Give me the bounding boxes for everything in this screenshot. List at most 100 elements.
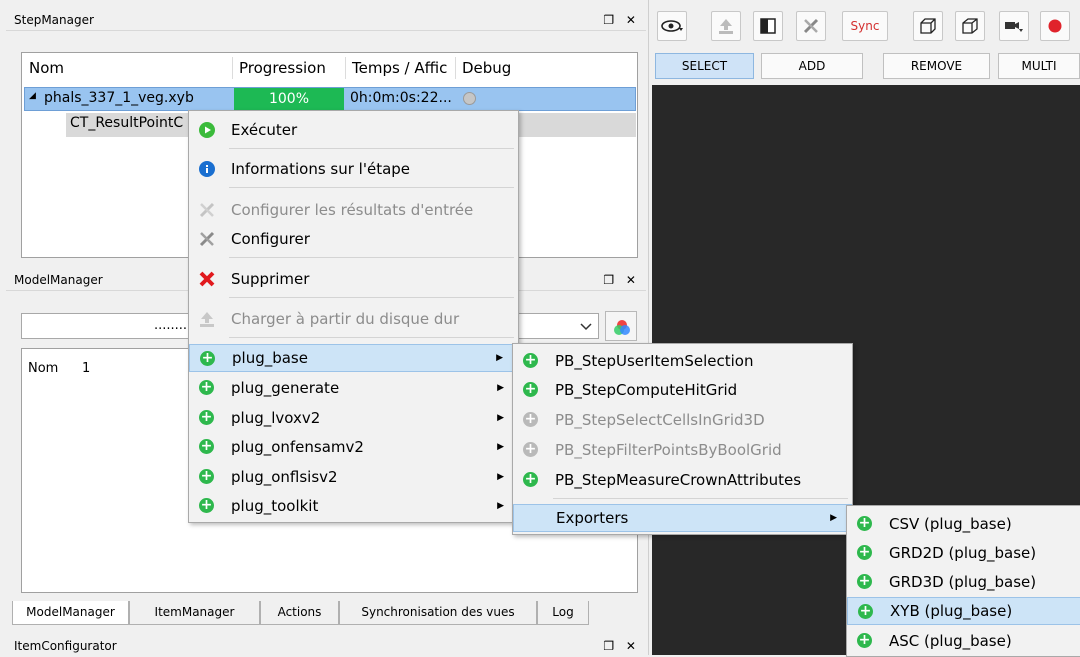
plus-icon: + <box>199 468 214 484</box>
load-button[interactable] <box>711 11 741 41</box>
dock-float-close-icon[interactable]: ❐ ✕ <box>603 269 640 291</box>
itemconfigurator-title-bar: ItemConfigurator ❐ ✕ <box>6 635 646 657</box>
eye-icon <box>661 20 683 32</box>
modelmanager-title: ModelManager <box>14 273 103 287</box>
dock-float-close-icon[interactable]: ❐ ✕ <box>603 9 640 31</box>
menu-item-csv[interactable]: + CSV (plug_base) <box>847 510 1080 538</box>
menu-item-pb-computehitgrid[interactable]: + PB_StepComputeHitGrid <box>513 376 852 404</box>
stepmanager-title-bar: StepManager ❐ ✕ <box>6 9 646 31</box>
menu-item-plug-toolkit[interactable]: + plug_toolkit ▶ <box>189 492 518 520</box>
menu-item-plug-onfensamv2[interactable]: + plug_onfensamv2 ▶ <box>189 433 518 461</box>
plus-icon: + <box>199 438 214 454</box>
submenu-arrow-icon: ▶ <box>497 501 504 511</box>
step-name: phals_337_1_veg.xyb <box>44 90 194 106</box>
model-combo-text: ........ <box>154 318 188 333</box>
tools-icon <box>803 18 819 34</box>
step-time: 0h:0m:0s:22... <box>350 90 452 106</box>
itemconfigurator-title: ItemConfigurator <box>14 639 117 653</box>
tab-actions[interactable]: Actions <box>260 601 339 625</box>
menu-item-asc[interactable]: + ASC (plug_base) <box>847 627 1080 655</box>
submenu-arrow-icon: ▶ <box>497 413 504 423</box>
stepmanager-title: StepManager <box>14 13 94 27</box>
menu-item-executer[interactable]: Exécuter <box>189 116 518 144</box>
plus-icon: + <box>523 381 538 397</box>
menu-item-plug-generate[interactable]: + plug_generate ▶ <box>189 374 518 402</box>
play-icon <box>199 122 215 138</box>
progress-label: 100% <box>268 91 310 107</box>
contrast-button[interactable] <box>753 11 783 41</box>
expand-arrow-icon[interactable]: ◢ <box>29 91 36 101</box>
menu-item-pb-useritemselection[interactable]: + PB_StepUserItemSelection <box>513 347 852 375</box>
column-header-1[interactable]: 1 <box>82 361 90 376</box>
mode-multi-button[interactable]: MULTI <box>998 53 1080 79</box>
tools-icon <box>199 231 215 247</box>
menu-item-exporters[interactable]: Exporters ▶ <box>513 504 852 532</box>
debug-circle-icon[interactable] <box>463 92 476 105</box>
color-palette-icon <box>614 320 630 335</box>
column-header-debug[interactable]: Debug <box>457 53 511 83</box>
menu-item-configurer-resultats[interactable]: Configurer les résultats d'entrée <box>189 196 518 224</box>
plus-icon: + <box>199 409 214 425</box>
menu-item-informations[interactable]: Informations sur l'étape <box>189 155 518 183</box>
persp-view-button[interactable] <box>955 11 985 41</box>
submenu-arrow-icon: ▶ <box>497 472 504 482</box>
delete-icon <box>199 271 215 287</box>
camera-dropdown-icon <box>1005 22 1023 32</box>
record-button[interactable] <box>1040 11 1070 41</box>
menu-item-pb-measurecrownattributes[interactable]: + PB_StepMeasureCrownAttributes <box>513 466 852 494</box>
plus-icon: + <box>523 352 538 368</box>
tools-icon <box>199 202 215 218</box>
menu-item-pb-selectcellsingrid3d[interactable]: + PB_StepSelectCellsInGrid3D <box>513 406 852 434</box>
exporters-submenu: + CSV (plug_base) + GRD2D (plug_base) + … <box>846 505 1080 657</box>
info-icon <box>199 161 215 177</box>
menu-item-grd2d[interactable]: + GRD2D (plug_base) <box>847 539 1080 567</box>
column-header-nom[interactable]: Nom <box>28 361 58 376</box>
menu-item-charger[interactable]: Charger à partir du disque dur <box>189 305 518 333</box>
plus-icon: + <box>200 350 215 366</box>
menu-item-supprimer[interactable]: Supprimer <box>189 265 518 293</box>
cube-perspective-icon <box>962 18 978 34</box>
eye-button[interactable] <box>657 11 687 41</box>
camera-button[interactable] <box>999 11 1029 41</box>
contrast-icon <box>760 18 776 34</box>
step-row[interactable]: ◢ phals_337_1_veg.xyb 100% 0h:0m:0s:22..… <box>24 87 636 111</box>
menu-item-grd3d[interactable]: + GRD3D (plug_base) <box>847 568 1080 596</box>
child-name: CT_ResultPointC <box>70 115 184 131</box>
sync-button[interactable]: Sync <box>842 11 888 41</box>
tab-modelmanager[interactable]: ModelManager <box>12 601 129 625</box>
mode-remove-button[interactable]: REMOVE <box>883 53 990 79</box>
submenu-arrow-icon: ▶ <box>497 383 504 393</box>
submenu-arrow-icon: ▶ <box>496 353 503 363</box>
menu-item-plug-lvoxv2[interactable]: + plug_lvoxv2 ▶ <box>189 404 518 432</box>
mode-add-button[interactable]: ADD <box>761 53 863 79</box>
tab-log[interactable]: Log <box>537 601 589 625</box>
record-icon <box>1048 19 1062 33</box>
plus-icon: + <box>857 573 872 589</box>
plus-icon: + <box>523 471 538 487</box>
menu-item-plug-base[interactable]: + plug_base ▶ <box>189 344 518 372</box>
tools-button[interactable] <box>796 11 826 41</box>
tab-itemmanager[interactable]: ItemManager <box>129 601 260 625</box>
dock-float-close-icon[interactable]: ❐ ✕ <box>603 635 640 657</box>
menu-item-configurer[interactable]: Configurer <box>189 225 518 253</box>
menu-item-pb-filterpointsbyboolgrid[interactable]: + PB_StepFilterPointsByBoolGrid <box>513 436 852 464</box>
menu-item-plug-onflsisv2[interactable]: + plug_onflsisv2 ▶ <box>189 463 518 491</box>
plus-icon: + <box>857 632 872 648</box>
plus-icon: + <box>523 411 538 427</box>
tab-synchronisation[interactable]: Synchronisation des vues <box>339 601 537 625</box>
context-menu: Exécuter Informations sur l'étape Config… <box>188 110 519 523</box>
column-header-progression[interactable]: Progression <box>234 53 326 83</box>
cube-icon <box>920 18 936 34</box>
plus-icon: + <box>199 379 214 395</box>
mode-select-button[interactable]: SELECT <box>655 53 754 79</box>
plus-icon: + <box>857 515 872 531</box>
load-icon <box>719 19 733 34</box>
plus-icon: + <box>858 603 873 619</box>
column-header-temps[interactable]: Temps / Affic <box>347 53 447 83</box>
color-palette-button[interactable] <box>605 311 637 341</box>
column-header-nom[interactable]: Nom <box>24 53 64 83</box>
ortho-view-button[interactable] <box>913 11 943 41</box>
plus-icon: + <box>199 497 214 513</box>
chevron-down-icon <box>580 323 592 331</box>
menu-item-xyb[interactable]: + XYB (plug_base) <box>847 597 1080 625</box>
